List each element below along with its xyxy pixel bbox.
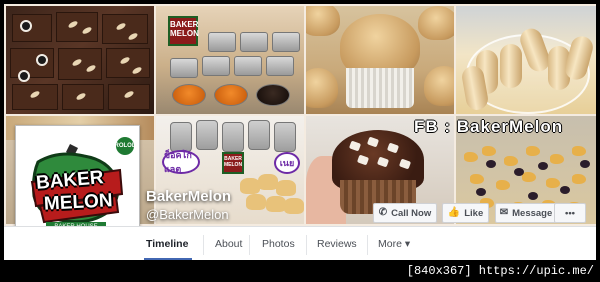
raisin	[560, 186, 570, 194]
phone-icon: ✆	[378, 207, 388, 218]
thumbs-up-icon: 👍	[447, 207, 461, 218]
cornflake	[572, 174, 586, 184]
active-tab-indicator	[144, 258, 192, 260]
message-button[interactable]: ✉ Message	[495, 203, 557, 223]
call-now-label: Call Now	[391, 207, 432, 219]
tab-reviews[interactable]: Reviews	[317, 238, 357, 250]
tab-about[interactable]: About	[215, 238, 242, 250]
raisin	[486, 160, 496, 168]
cookie	[258, 174, 278, 190]
raisin	[476, 188, 486, 196]
brownie	[106, 48, 150, 78]
cornflake	[546, 178, 560, 188]
brownie	[102, 14, 148, 44]
tab-photos[interactable]: Photos	[262, 238, 295, 250]
foil-cup	[170, 58, 198, 78]
chocolate-bubble-label: ช็อคโกแลต	[162, 150, 200, 174]
muffin	[424, 66, 454, 106]
cookie-roll	[500, 44, 522, 88]
like-button[interactable]: 👍 Like	[442, 203, 489, 223]
brownie	[58, 48, 102, 80]
nav-divider	[306, 235, 307, 255]
cookie	[284, 198, 304, 214]
muffin	[306, 6, 340, 36]
brownie	[56, 12, 98, 42]
oreo-topping	[20, 20, 32, 32]
nav-divider	[367, 235, 368, 255]
cookie	[276, 180, 296, 196]
facebook-page-header: BAKER MELON ช็อคโกแลต BAKER MELON เนย FB…	[4, 4, 596, 260]
cookie	[240, 178, 260, 194]
facebook-watermark: FB : BakerMelon	[414, 117, 564, 136]
cornflake	[526, 146, 540, 156]
foil-cup	[202, 56, 230, 76]
tab-timeline[interactable]: Timeline	[146, 238, 188, 250]
foil-cup	[266, 56, 294, 76]
muffin-photo	[306, 6, 454, 114]
oreo-topping	[36, 54, 48, 66]
brownie	[12, 14, 52, 42]
brownie	[10, 48, 54, 78]
cornflake	[550, 154, 564, 164]
nav-divider	[203, 235, 204, 255]
cookie-jar	[274, 122, 296, 152]
screenshot-frame: BAKER MELON ช็อคโกแลต BAKER MELON เนย FB…	[0, 0, 600, 282]
raisin	[528, 192, 538, 200]
chocolate-cup	[256, 84, 290, 106]
cookie-rolls-photo	[456, 6, 596, 114]
cookie-jar	[196, 120, 218, 150]
logo-thumbnail: BAKER MELON	[222, 152, 244, 174]
message-icon: ✉	[499, 207, 509, 218]
foil-cup	[208, 32, 236, 52]
raisin	[580, 160, 590, 168]
foil-cup	[234, 56, 262, 76]
muffin	[418, 6, 454, 40]
foil-cup	[240, 32, 268, 52]
cups-photo: BAKER MELON	[156, 6, 304, 114]
cookie	[246, 194, 266, 210]
cornflake	[572, 146, 586, 156]
more-dots-icon: •••	[565, 207, 575, 219]
orange-jam-cup	[214, 84, 248, 106]
raisin	[514, 168, 524, 176]
cornflake	[496, 180, 510, 190]
cornflake	[464, 152, 478, 162]
oreo-topping	[18, 70, 30, 82]
logo-thumbnail: BAKER MELON	[168, 16, 199, 46]
brownies-photo	[6, 6, 154, 114]
logo-badge: ROLOL	[115, 137, 135, 155]
cookie-jar	[248, 120, 270, 150]
foil-cup	[272, 32, 300, 52]
cookie-jar	[222, 122, 244, 152]
message-label: Message	[512, 207, 553, 219]
nav-divider	[249, 235, 250, 255]
cookie-roll	[562, 33, 596, 83]
call-now-button[interactable]: ✆ Call Now	[373, 203, 437, 223]
muffin	[306, 68, 338, 108]
orange-jam-cup	[172, 84, 206, 106]
image-host-caption: [840x367] https://upic.me/	[406, 264, 594, 278]
cookie	[266, 196, 286, 212]
page-nav-bar: Timeline About Photos Reviews More ▾	[4, 226, 596, 260]
muffin-liner	[346, 68, 414, 108]
butter-bubble-label: เนย	[274, 152, 300, 174]
cornflake	[522, 172, 536, 182]
cornflake	[470, 174, 484, 184]
tab-more[interactable]: More ▾	[378, 238, 410, 250]
page-name[interactable]: BakerMelon	[146, 188, 231, 205]
raisin	[538, 162, 548, 170]
cornflake	[504, 156, 518, 166]
more-options-button[interactable]: •••	[554, 203, 586, 223]
logo-word-melon: MELON	[43, 190, 114, 215]
page-handle[interactable]: @BakerMelon	[146, 207, 229, 222]
like-label: Like	[464, 207, 484, 219]
cornflake	[482, 146, 496, 156]
